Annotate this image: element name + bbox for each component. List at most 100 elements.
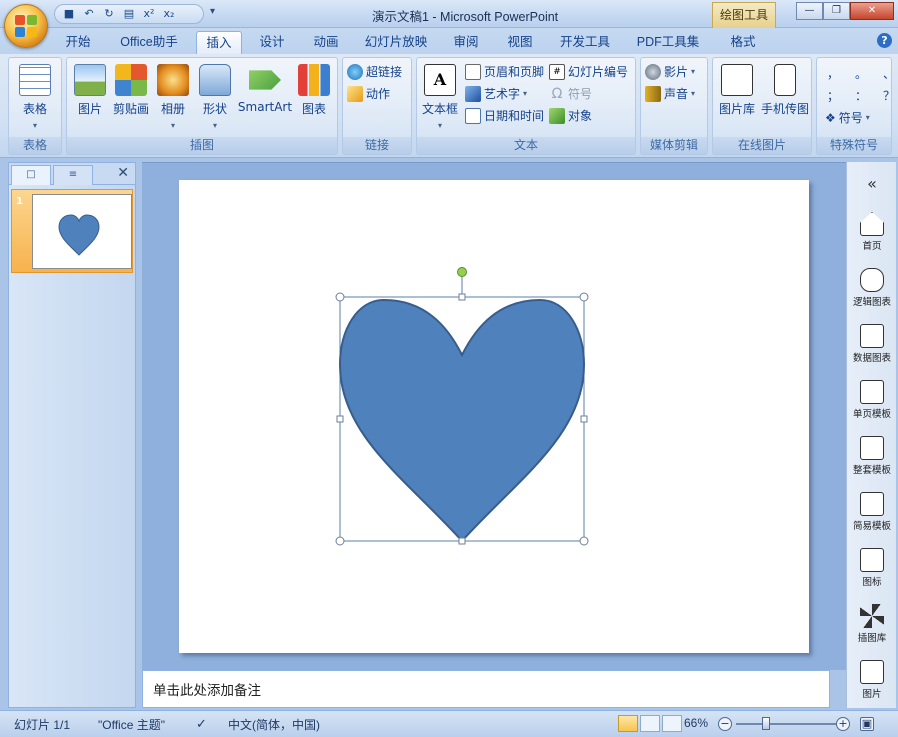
zoom-out-button[interactable]: − (718, 717, 732, 731)
object-icon (549, 108, 565, 124)
movie-button[interactable]: 影片 ▾ (645, 62, 695, 82)
tab-developer[interactable]: 开发工具 (552, 31, 618, 54)
symbol-semicolon[interactable]: ； (827, 86, 839, 106)
print-preview-icon[interactable]: ▤ (121, 7, 137, 21)
wordart-button[interactable]: 艺术字 ▾ (465, 84, 527, 104)
close-button[interactable]: ✕ (850, 2, 894, 20)
smartart-button[interactable]: SmartArt (237, 62, 293, 114)
tab-home[interactable]: 开始 (56, 31, 100, 54)
symbol-button[interactable]: Ω 符号 (549, 84, 592, 104)
collapse-panel-icon[interactable]: « (847, 174, 897, 193)
slide-thumbnail-row[interactable]: 1 (11, 189, 133, 273)
header-footer-button[interactable]: 页眉和页脚 (465, 62, 544, 82)
help-icon[interactable]: ? (877, 33, 892, 48)
side-item-logic-chart[interactable]: 逻辑图表 (847, 268, 897, 308)
symbol-colon[interactable]: ： (855, 86, 867, 106)
customize-qat-icon[interactable]: ▾ (210, 6, 215, 17)
redo-icon[interactable]: ↻ (101, 7, 117, 21)
resize-handle-se[interactable] (579, 536, 589, 546)
resize-handle-w[interactable] (336, 415, 344, 423)
phone-upload-button[interactable]: 手机传图 (759, 62, 811, 117)
save-icon[interactable]: ■ (61, 7, 77, 21)
picture-button[interactable]: 图片 (71, 62, 109, 117)
chart-button[interactable]: 图表 (295, 62, 333, 117)
group-media: 影片 ▾ 声音 ▾ 媒体剪辑 (640, 57, 708, 155)
resize-handle-ne[interactable] (579, 292, 589, 302)
full-template-icon (860, 436, 884, 460)
rotate-handle[interactable] (457, 267, 467, 277)
subscript-icon[interactable]: x₂ (161, 7, 177, 21)
symbol-comma[interactable]: ， (827, 64, 839, 84)
object-button[interactable]: 对象 (549, 106, 592, 126)
zoom-in-button[interactable]: + (836, 717, 850, 731)
picture-gallery-button[interactable]: 图片库 (715, 62, 759, 117)
slides-tab[interactable]: □ (11, 165, 51, 185)
resize-handle-n[interactable] (458, 293, 466, 301)
side-item-icons[interactable]: 图标 (847, 548, 897, 588)
datetime-button[interactable]: 日期和时间 (465, 106, 544, 126)
hyperlink-button[interactable]: 超链接 (347, 62, 402, 82)
outline-tab[interactable]: ≡ (53, 165, 93, 185)
slide-counter: 幻灯片 1/1 (14, 718, 71, 732)
resize-handle-s[interactable] (458, 537, 466, 545)
group-label-table: 表格 (9, 137, 61, 154)
symbol-question[interactable]: ？ (883, 86, 895, 106)
tab-animation[interactable]: 动画 (306, 31, 346, 54)
slideshow-view-button[interactable] (662, 715, 682, 732)
punctuation-row-1: ， 。 、 (827, 64, 895, 84)
zoom-slider-track[interactable] (736, 723, 838, 725)
slide-sorter-button[interactable] (640, 715, 660, 732)
notes-pane[interactable]: 单击此处添加备注 (142, 670, 830, 708)
language-indicator[interactable]: 中文(简体，中国) (228, 716, 320, 733)
side-item-pictures[interactable]: 图片 (847, 660, 897, 700)
superscript-icon[interactable]: x² (141, 7, 157, 21)
tab-review[interactable]: 审阅 (446, 31, 486, 54)
slides-panel-tabs: □ ≡ ✕ (9, 163, 135, 185)
tab-slideshow[interactable]: 幻灯片放映 (358, 31, 434, 54)
clipart-button[interactable]: 剪贴画 (111, 62, 151, 117)
sound-button[interactable]: 声音 ▾ (645, 84, 695, 104)
photo-album-button[interactable]: 相册 ▾ (153, 62, 193, 131)
theme-name[interactable]: "Office 主题" (98, 716, 165, 733)
restore-button[interactable]: ❐ (823, 2, 850, 20)
normal-view-button[interactable] (618, 715, 638, 732)
zoom-slider-knob[interactable] (762, 717, 770, 730)
zoom-level[interactable]: 66% (684, 716, 708, 730)
resize-handle-e[interactable] (580, 415, 588, 423)
undo-icon[interactable]: ↶ (81, 7, 97, 21)
side-item-illustration-library[interactable]: 插图库 (847, 604, 897, 644)
tab-office-assistant[interactable]: Office助手 (112, 31, 186, 54)
spellcheck-icon[interactable]: ✓ (196, 716, 207, 732)
side-item-single-template[interactable]: 单页模板 (847, 380, 897, 420)
side-item-full-template[interactable]: 整套模板 (847, 436, 897, 476)
side-item-home[interactable]: 首页 (847, 212, 897, 252)
slide-thumbnail[interactable] (32, 194, 132, 269)
resize-handle-sw[interactable] (335, 536, 345, 546)
symbol-enum-comma[interactable]: 、 (883, 64, 895, 84)
resize-handle-nw[interactable] (335, 292, 345, 302)
tab-insert[interactable]: 插入 (196, 31, 242, 54)
shapes-button[interactable]: 形状 ▾ (195, 62, 235, 131)
office-button[interactable] (4, 4, 48, 48)
tab-design[interactable]: 设计 (252, 31, 292, 54)
fit-to-window-icon[interactable]: ▣ (860, 717, 874, 731)
symbol-period[interactable]: 。 (855, 64, 867, 84)
side-item-simple-template[interactable]: 简易模板 (847, 492, 897, 532)
special-symbol-button[interactable]: ❖ 符号 ▾ (825, 108, 870, 128)
slide-canvas[interactable] (179, 180, 809, 653)
slide-editor (142, 162, 846, 670)
side-resource-panel: « 首页 逻辑图表 数据图表 单页模板 整套模板 简易模板 图标 插图库 图片 (846, 162, 896, 708)
tab-format[interactable]: 格式 (720, 31, 766, 54)
textbox-button[interactable]: A 文本框 ▾ (419, 62, 461, 131)
table-button[interactable]: 表格 ▾ (15, 62, 55, 131)
single-template-icon (860, 380, 884, 404)
heart-shape[interactable] (338, 298, 586, 543)
close-panel-icon[interactable]: ✕ (117, 165, 129, 181)
tab-view[interactable]: 视图 (500, 31, 540, 54)
slide-number-button[interactable]: # 幻灯片编号 (549, 62, 628, 82)
context-tab-drawing-tools[interactable]: 绘图工具 (712, 2, 776, 28)
action-button[interactable]: 动作 (347, 84, 390, 104)
side-item-data-chart[interactable]: 数据图表 (847, 324, 897, 364)
tab-pdf-tools[interactable]: PDF工具集 (630, 31, 706, 54)
minimize-button[interactable]: — (796, 2, 823, 20)
